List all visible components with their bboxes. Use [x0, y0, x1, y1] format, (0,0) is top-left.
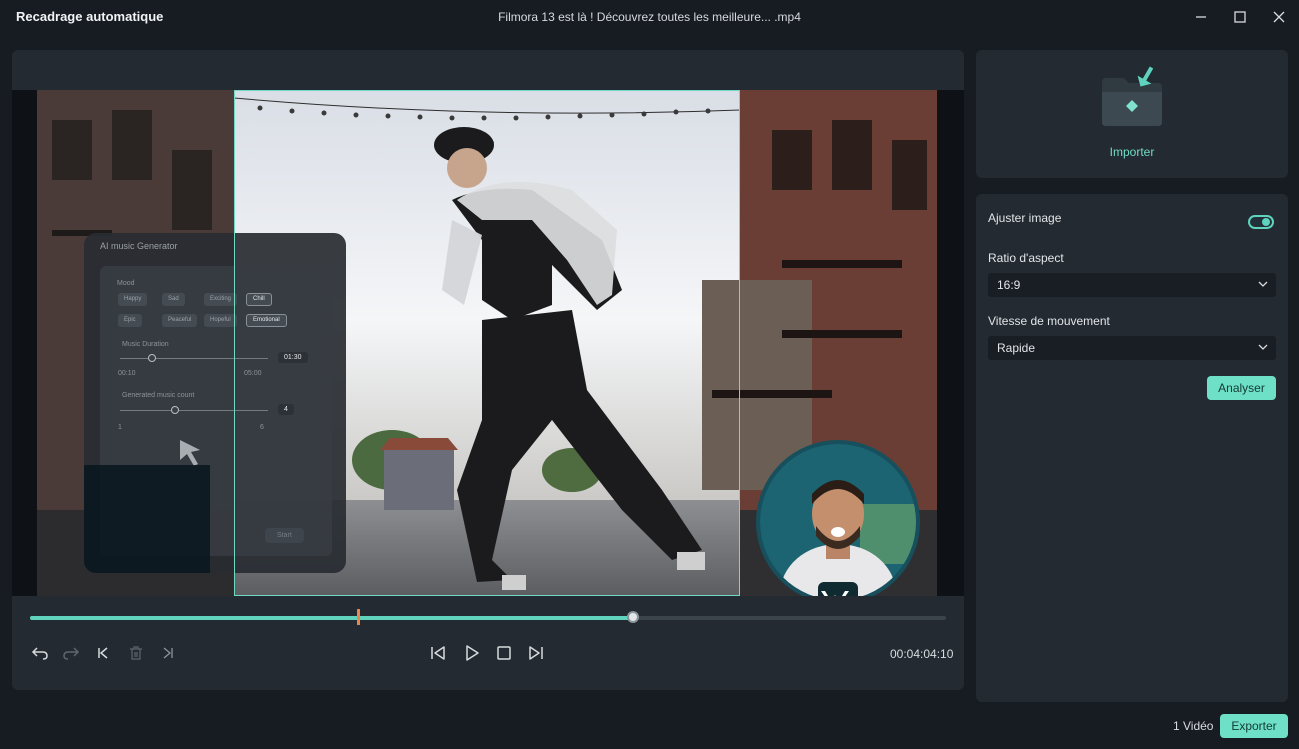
prev-frame-icon: [431, 646, 445, 660]
wondershare-logo-icon: [818, 582, 858, 596]
maximize-button[interactable]: [1227, 5, 1253, 29]
jump-end-icon: [163, 647, 173, 659]
redo-button[interactable]: [60, 642, 82, 664]
motion-speed-value: Rapide: [997, 341, 1036, 355]
card-shadow: [84, 465, 210, 573]
video-preview[interactable]: AI music Generator Mood Happy Sad Exciti…: [12, 90, 964, 596]
toggle-knob: [1262, 218, 1270, 226]
delete-icon: [130, 646, 142, 660]
timeline-marker[interactable]: [356, 609, 360, 625]
import-label[interactable]: Importer: [976, 145, 1288, 159]
aspect-ratio-select[interactable]: 16:9: [988, 273, 1276, 297]
mood-chip: Epic: [118, 314, 142, 327]
mood-chip: Hopeful: [204, 314, 237, 327]
minimize-icon: [1196, 16, 1206, 18]
jump-start-icon: [98, 647, 108, 659]
adjust-image-label: Ajuster image: [988, 211, 1062, 225]
ai-card-title: AI music Generator: [100, 241, 178, 251]
motion-speed-label: Vitesse de mouvement: [988, 314, 1110, 328]
maximize-icon: [1234, 11, 1246, 23]
video-count: 1 Vidéo: [1173, 719, 1214, 733]
close-icon: [1273, 11, 1285, 23]
play-icon: [466, 645, 479, 661]
folder-import-icon: [1102, 66, 1162, 126]
mood-label: Mood: [117, 280, 135, 287]
jump-end-button[interactable]: [157, 642, 179, 664]
jump-start-button[interactable]: [92, 642, 114, 664]
mood-chip: Sad: [162, 293, 185, 306]
crop-frame[interactable]: [234, 90, 740, 596]
app-title: Recadrage automatique: [16, 9, 164, 24]
cursor-icon: [180, 440, 200, 466]
mood-chip: Exciting: [204, 293, 238, 306]
aspect-ratio-value: 16:9: [997, 278, 1021, 292]
minimize-button[interactable]: [1188, 5, 1214, 29]
duration-slider-knob: [148, 354, 156, 362]
title-bar: Recadrage automatique Filmora 13 est là …: [0, 0, 1299, 34]
preview-panel: AI music Generator Mood Happy Sad Exciti…: [12, 50, 964, 690]
play-button[interactable]: [461, 642, 483, 664]
file-title: Filmora 13 est là ! Découvrez toutes les…: [498, 10, 801, 24]
settings-panel: Ajuster image Ratio d'aspect 16:9 Vitess…: [976, 194, 1288, 702]
undo-icon: [31, 647, 48, 660]
aspect-ratio-label: Ratio d'aspect: [988, 251, 1064, 265]
analyze-button[interactable]: Analyser: [1207, 376, 1276, 400]
count-slider-knob: [171, 406, 179, 414]
chevron-down-icon: [1258, 344, 1268, 350]
mood-chip: Peaceful: [162, 314, 198, 327]
delete-button[interactable]: [125, 642, 147, 664]
prev-frame-button[interactable]: [427, 642, 449, 664]
stop-icon: [497, 646, 511, 660]
motion-speed-select[interactable]: Rapide: [988, 336, 1276, 360]
timeline-track[interactable]: [30, 609, 946, 625]
next-frame-button[interactable]: [525, 642, 547, 664]
stop-button[interactable]: [493, 642, 515, 664]
count-label: Generated music count: [122, 392, 195, 399]
timeline-progress: [30, 616, 633, 620]
export-button[interactable]: Exporter: [1220, 714, 1288, 738]
close-button[interactable]: [1266, 5, 1292, 29]
mood-chip: Happy: [118, 293, 148, 306]
duration-min: 00:10: [118, 370, 136, 377]
timeline-playhead[interactable]: [626, 611, 639, 623]
undo-button[interactable]: [29, 642, 51, 664]
timecode: 00:04:04:10: [890, 647, 954, 661]
duration-label: Music Duration: [122, 341, 169, 348]
chevron-down-icon: [1258, 281, 1268, 287]
adjust-image-toggle[interactable]: [1248, 215, 1274, 229]
count-min: 1: [118, 424, 122, 431]
presenter-image: [760, 444, 916, 596]
next-frame-icon: [529, 646, 543, 660]
redo-icon: [63, 647, 80, 660]
import-panel[interactable]: Importer: [976, 50, 1288, 178]
webcam-overlay: [756, 440, 920, 596]
